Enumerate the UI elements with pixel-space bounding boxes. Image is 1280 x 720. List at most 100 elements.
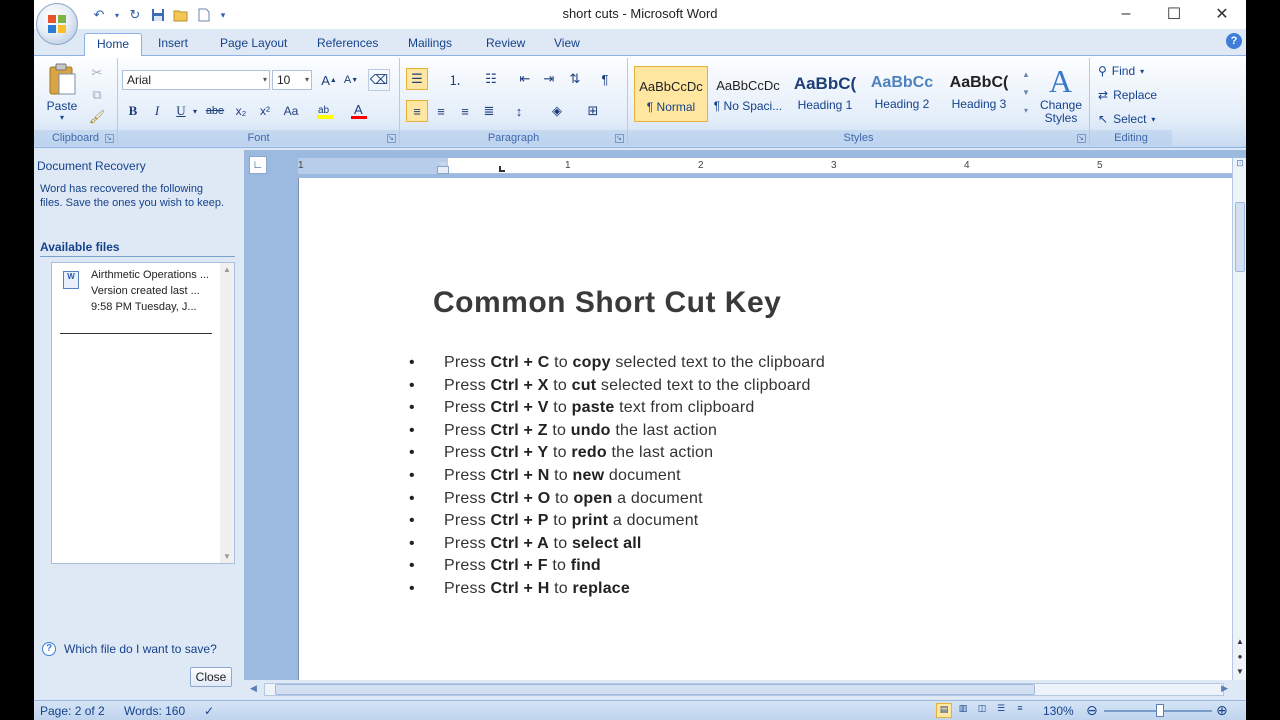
- bullets-icon[interactable]: ☰: [406, 68, 428, 90]
- replace-button[interactable]: ⇄ Replace: [1098, 88, 1157, 102]
- help-icon[interactable]: ?: [1226, 33, 1242, 49]
- browse-buttons[interactable]: ▲ ● ▼: [1233, 634, 1246, 679]
- style-normal[interactable]: AaBbCcDc ¶ Normal: [634, 66, 708, 122]
- maximize-button[interactable]: ☐: [1150, 0, 1198, 28]
- horizontal-scroll-track[interactable]: [264, 683, 1224, 696]
- scroll-up-icon[interactable]: ▲: [220, 265, 234, 274]
- show-formatting-icon[interactable]: ¶: [594, 68, 616, 90]
- bold-button[interactable]: B: [122, 100, 144, 122]
- font-size-combo[interactable]: 10 ▾: [272, 70, 312, 90]
- vertical-scroll-thumb[interactable]: [1235, 202, 1245, 272]
- shortcut-key: Ctrl + A: [490, 534, 549, 552]
- change-styles-button[interactable]: A Change Styles: [1036, 63, 1086, 128]
- tab-selector[interactable]: ∟: [249, 156, 267, 174]
- recovered-file-version: Version created last ...: [91, 285, 200, 297]
- numbering-icon[interactable]: ⒈: [444, 68, 466, 90]
- web-layout-icon[interactable]: ◫: [974, 703, 990, 718]
- tab-view[interactable]: View: [542, 33, 592, 56]
- zoom-in-icon[interactable]: ⊕: [1216, 702, 1228, 719]
- clipboard-launcher-icon[interactable]: ↘: [105, 134, 114, 143]
- scroll-right-icon[interactable]: ▶: [1221, 683, 1228, 694]
- paste-button[interactable]: Paste ▾: [42, 62, 82, 124]
- word-count[interactable]: Words: 160: [124, 704, 185, 718]
- clear-formatting-icon[interactable]: ⌫: [368, 69, 390, 91]
- subscript-button[interactable]: x₂: [230, 100, 252, 122]
- cut-icon[interactable]: ✂: [86, 62, 108, 84]
- shortcut-list-item: Press Ctrl + X to cut selected text to t…: [409, 375, 825, 398]
- strikethrough-button[interactable]: abe: [204, 100, 226, 122]
- tab-review[interactable]: Review: [474, 33, 537, 56]
- justify-icon[interactable]: ≣: [478, 100, 500, 122]
- tab-page-layout[interactable]: Page Layout: [208, 33, 299, 56]
- highlight-icon[interactable]: ab: [314, 100, 336, 122]
- document-page[interactable]: Common Short Cut Key Press Ctrl + C to c…: [298, 178, 1232, 698]
- vertical-scrollbar[interactable]: ⊡ ▲ ● ▼: [1232, 158, 1246, 680]
- font-name-dropdown-icon[interactable]: ▾: [263, 71, 267, 89]
- style-heading-2[interactable]: AaBbCc Heading 2: [865, 66, 939, 122]
- change-case-button[interactable]: Aa: [280, 100, 302, 122]
- proofing-icon[interactable]: ✓: [204, 704, 214, 718]
- sort-icon[interactable]: ⇅: [564, 68, 586, 90]
- tab-mailings[interactable]: Mailings: [396, 33, 464, 56]
- tab-insert[interactable]: Insert: [146, 33, 200, 56]
- font-size-dropdown-icon[interactable]: ▾: [305, 71, 309, 89]
- line-spacing-icon[interactable]: ↕: [508, 100, 530, 122]
- underline-button[interactable]: U: [170, 100, 192, 122]
- shortcut-list-item: Press Ctrl + N to new document: [409, 465, 825, 488]
- outline-icon[interactable]: ☰: [993, 703, 1009, 718]
- superscript-button[interactable]: x²: [254, 100, 276, 122]
- tab-home[interactable]: Home: [84, 33, 143, 57]
- recovered-files-scrollbar[interactable]: ▲ ▼: [220, 263, 234, 563]
- tab-references[interactable]: References: [305, 33, 390, 56]
- style-heading-3[interactable]: AaBbC( Heading 3: [942, 66, 1016, 122]
- font-name-combo[interactable]: Arial ▾: [122, 70, 270, 90]
- increase-indent-icon[interactable]: ⇥: [538, 68, 560, 90]
- styles-launcher-icon[interactable]: ↘: [1077, 134, 1086, 143]
- select-button[interactable]: ↖ Select ▾: [1098, 112, 1155, 126]
- page-indicator[interactable]: Page: 2 of 2: [40, 704, 105, 718]
- format-painter-icon[interactable]: 🖌: [86, 106, 108, 128]
- office-button[interactable]: [36, 3, 78, 45]
- font-color-icon[interactable]: A: [348, 100, 370, 122]
- ruler-toggle-icon[interactable]: ⊡: [1233, 158, 1246, 172]
- multilevel-list-icon[interactable]: ☷: [480, 68, 502, 90]
- paste-dropdown-icon[interactable]: ▾: [42, 113, 82, 122]
- horizontal-ruler[interactable]: 1 1 2 3 4 5: [298, 158, 1232, 174]
- decrease-indent-icon[interactable]: ⇤: [514, 68, 536, 90]
- minimize-button[interactable]: –: [1102, 0, 1150, 28]
- zoom-slider[interactable]: [1104, 704, 1212, 717]
- italic-button[interactable]: I: [146, 100, 168, 122]
- find-button[interactable]: ⚲ Find ▾: [1098, 64, 1144, 78]
- scroll-down-icon[interactable]: ▼: [220, 552, 234, 561]
- recovery-close-button[interactable]: Close: [190, 667, 232, 687]
- zoom-level[interactable]: 130%: [1043, 704, 1074, 718]
- styles-gallery-scroll[interactable]: ▲ ▼ ▾: [1020, 66, 1032, 122]
- horizontal-scroll-thumb[interactable]: [275, 684, 1035, 695]
- underline-dropdown-icon[interactable]: ▾: [190, 100, 200, 122]
- recovered-file-item[interactable]: W Airthmetic Operations ... Version crea…: [60, 269, 212, 335]
- scroll-left-icon[interactable]: ◀: [250, 683, 257, 694]
- borders-icon[interactable]: ⊞: [582, 100, 604, 122]
- draft-icon[interactable]: ≡: [1012, 703, 1028, 718]
- horizontal-scrollbar[interactable]: ◀ ▶: [244, 680, 1246, 700]
- align-right-icon[interactable]: ≡: [454, 100, 476, 122]
- shrink-font-icon[interactable]: A ▼: [340, 69, 362, 91]
- close-window-button[interactable]: ✕: [1198, 0, 1246, 28]
- font-launcher-icon[interactable]: ↘: [387, 134, 396, 143]
- style-no-spacing[interactable]: AaBbCcDc ¶ No Spaci...: [711, 66, 785, 122]
- hanging-indent-marker[interactable]: [437, 166, 449, 174]
- print-layout-icon[interactable]: ▤: [936, 703, 952, 718]
- grow-font-icon[interactable]: A ▲: [318, 69, 340, 91]
- style-heading-1[interactable]: AaBbC( Heading 1: [788, 66, 862, 122]
- copy-icon[interactable]: ⧉: [86, 84, 108, 106]
- zoom-slider-knob[interactable]: [1156, 704, 1164, 717]
- zoom-out-icon[interactable]: ⊖: [1086, 702, 1098, 719]
- tab-stop-marker[interactable]: [499, 166, 505, 172]
- recovery-help-link[interactable]: ? Which file do I want to save?: [42, 642, 217, 656]
- align-center-icon[interactable]: ≡: [430, 100, 452, 122]
- shortcut-prefix: Press: [444, 579, 491, 597]
- paragraph-launcher-icon[interactable]: ↘: [615, 134, 624, 143]
- full-screen-reading-icon[interactable]: ▥: [955, 703, 971, 718]
- shading-icon[interactable]: ◈: [546, 100, 568, 122]
- align-left-icon[interactable]: ≡: [406, 100, 428, 122]
